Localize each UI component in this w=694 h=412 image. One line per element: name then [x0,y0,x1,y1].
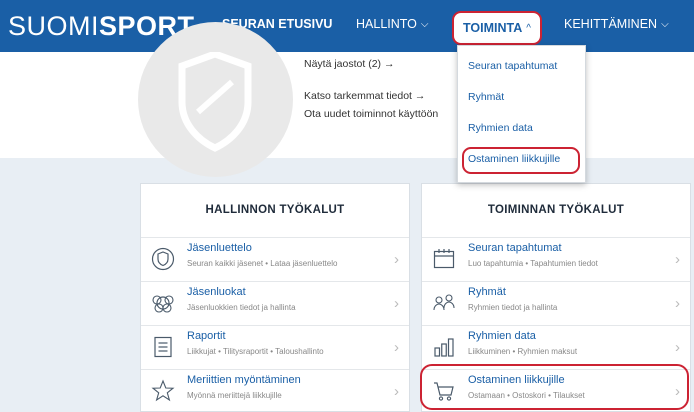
tool-subtitle: Ryhmien tiedot ja hallinta [468,303,558,312]
tool-row-seuran-tapahtumat[interactable]: Seuran tapahtumat Luo tapahtumia • Tapah… [422,237,690,281]
nav-toiminta[interactable]: TOIMINTA ^ [452,11,542,45]
show-sections-link[interactable]: Näytä jaostot (2) → [304,58,394,70]
menu-item-seuran-tapahtumat[interactable]: Seuran tapahtumat [468,60,557,72]
nav-kehittaminen[interactable]: KEHITTÄMINEN ⌵ [564,17,669,31]
hallinnon-tyokalut-panel: HALLINNON TYÖKALUT Jäsenluettelo Seuran … [140,183,410,412]
chevron-down-icon: ⌵ [661,18,669,30]
view-details-link[interactable]: Katso tarkemmat tiedot → [304,90,425,102]
member-classes-icon [152,295,174,313]
enable-features-link[interactable]: Ota uudet toiminnot käyttöön [304,108,438,120]
nav-label: HALLINTO [356,17,417,31]
tool-title: Raportit [187,330,226,342]
tool-title: Ryhmät [468,286,506,298]
star-icon [151,379,175,402]
tool-row-ryhmat[interactable]: Ryhmät Ryhmien tiedot ja hallinta › [422,281,690,325]
tool-title: Jäsenluettelo [187,242,252,254]
chevron-right-icon: › [675,339,680,356]
tool-row-highlight [420,364,689,410]
tool-row-jasenluettelo[interactable]: Jäsenluettelo Seuran kaikki jäsenet • La… [141,237,409,281]
tool-subtitle: Myönnä meriittejä liikkujille [187,391,282,400]
tool-subtitle: Jäsenluokkien tiedot ja hallinta [187,303,296,312]
club-shield-icon [178,52,252,152]
tool-title: Jäsenluokat [187,286,246,298]
chevron-right-icon: › [394,383,399,400]
tool-title: Seuran tapahtumat [468,242,562,254]
tool-subtitle: Luo tapahtumia • Tapahtumien tiedot [468,259,598,268]
panel-title: HALLINNON TYÖKALUT [205,204,345,216]
calendar-icon [433,249,455,269]
menu-item-ryhmat[interactable]: Ryhmät [468,91,504,103]
tool-title: Meriittien myöntäminen [187,374,301,386]
tool-row-meriittien-myontaminen[interactable]: Meriittien myöntäminen Myönnä meriittejä… [141,369,409,412]
tool-row-jasenluokat[interactable]: Jäsenluokat Jäsenluokkien tiedot ja hall… [141,281,409,325]
panel-title: TOIMINNAN TYÖKALUT [487,204,625,216]
menu-item-highlight [462,147,580,174]
suomisport-logo[interactable]: SUOMISPORT [8,11,195,42]
club-header: Näytä jaostot (2) → Katso tarkemmat tied… [0,22,694,177]
chevron-right-icon: › [394,251,399,268]
tool-subtitle: Liikkujat • Tilitysraportit • Taloushall… [187,347,324,356]
top-navigation-bar: SUOMISPORT SEURAN ETUSIVU HALLINTO ⌵ TOI… [0,0,694,52]
group-icon [433,294,455,311]
tool-row-raportit[interactable]: Raportit Liikkujat • Tilitysraportit • T… [141,325,409,369]
bar-chart-icon [434,338,454,357]
chevron-right-icon: › [675,251,680,268]
report-icon [154,336,172,358]
chevron-down-icon: ⌵ [420,18,429,30]
member-shield-icon [151,247,175,271]
chevron-right-icon: › [675,295,680,312]
nav-label: KEHITTÄMINEN [564,17,658,31]
chevron-right-icon: › [394,295,399,312]
tool-row-ryhmien-data[interactable]: Ryhmien data Liikkuminen • Ryhmien maksu… [422,325,690,369]
menu-item-ryhmien-data[interactable]: Ryhmien data [468,122,533,134]
tool-subtitle: Liikkuminen • Ryhmien maksut [468,347,578,356]
tool-title: Ryhmien data [468,330,536,342]
nav-hallinto[interactable]: HALLINTO ⌵ [356,17,429,31]
logo-light-text: SUOMI [8,11,100,41]
toiminta-dropdown-menu: Seuran tapahtumat Ryhmät Ryhmien data Os… [457,45,586,183]
chevron-up-icon: ^ [526,22,531,34]
chevron-right-icon: › [394,339,399,356]
tool-subtitle: Seuran kaikki jäsenet • Lataa jäsenluett… [187,259,338,268]
nav-label: TOIMINTA [463,21,523,35]
